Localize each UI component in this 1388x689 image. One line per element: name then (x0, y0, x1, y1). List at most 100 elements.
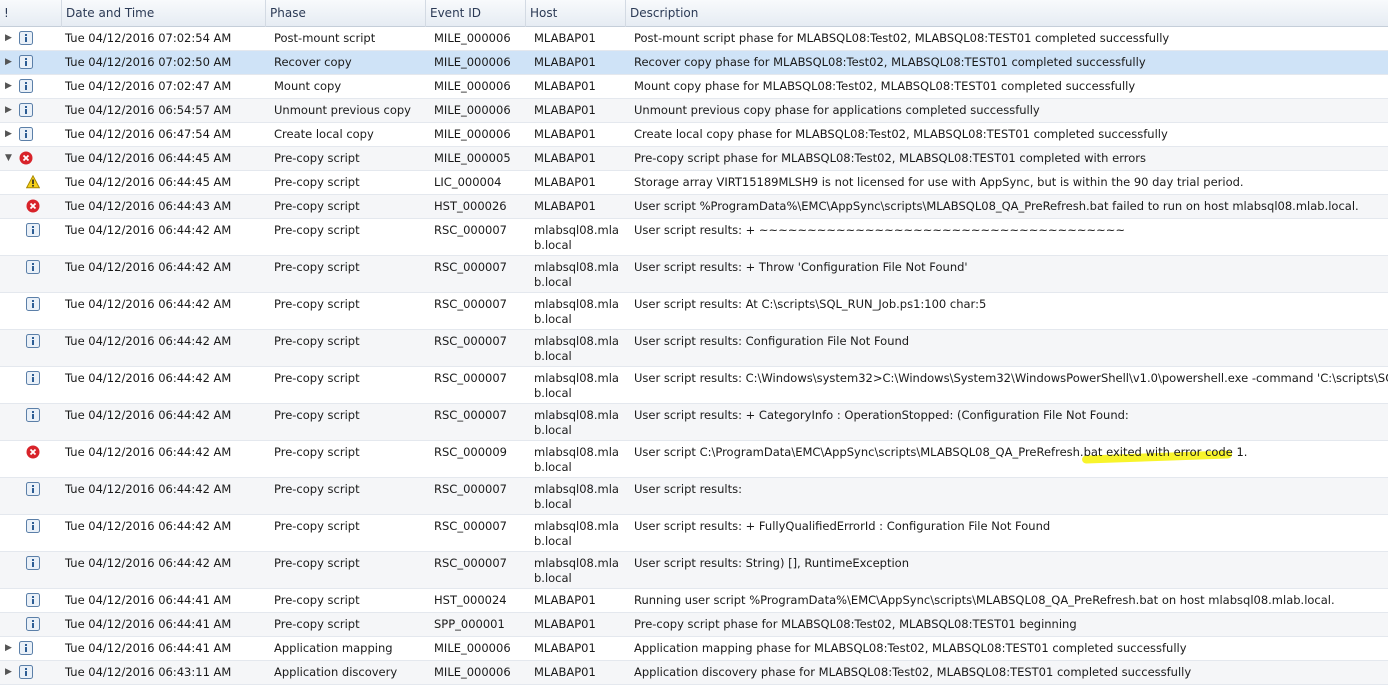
row-host: MLABAP01 (534, 55, 596, 69)
row-event-id: RSC_000007 (434, 482, 507, 496)
expand-arrow-icon[interactable]: ▶ (5, 642, 13, 654)
expand-arrow-icon[interactable]: ▶ (5, 104, 13, 116)
grid-header: ! Date and Time 1 ▾ Phase Event ID Host … (0, 0, 1388, 27)
row-event-id: MILE_000006 (434, 79, 511, 93)
row-description: User script results: + FullyQualifiedErr… (634, 519, 1051, 533)
row-event-id: RSC_000007 (434, 371, 507, 385)
table-row[interactable]: Tue 04/12/2016 06:44:42 AM Pre-copy scrip… (0, 219, 1388, 256)
row-phase: Application mapping (274, 641, 393, 655)
table-row[interactable]: Tue 04/12/2016 06:44:43 AM Pre-copy scrip… (0, 195, 1388, 219)
row-phase: Pre-copy script (274, 519, 360, 533)
row-datetime: Tue 04/12/2016 07:02:54 AM (65, 31, 232, 45)
grid-body: ▶ Tue 04/12/2016 07:02:54 AM Post-mount sc… (0, 27, 1388, 685)
expand-arrow-icon[interactable]: ▶ (5, 128, 13, 140)
row-description: Pre-copy script phase for MLABSQL08:Test… (634, 151, 1146, 165)
table-row[interactable]: ▼ Tue 04/12/2016 06:44:45 AM Pre-copy scri… (0, 147, 1388, 171)
expand-arrow-icon[interactable]: ▶ (5, 56, 13, 68)
row-datetime: Tue 04/12/2016 06:44:45 AM (65, 151, 232, 165)
table-row[interactable]: ▶ Tue 04/12/2016 07:02:50 AM Recover copy M… (0, 51, 1388, 75)
info-icon (26, 593, 40, 607)
column-header-event-id[interactable]: Event ID (426, 0, 526, 27)
row-datetime: Tue 04/12/2016 06:44:42 AM (65, 408, 232, 422)
error-icon (19, 151, 33, 165)
row-event-id: RSC_000007 (434, 334, 507, 348)
row-phase: Pre-copy script (274, 334, 360, 348)
info-icon (26, 223, 40, 237)
table-row[interactable]: Tue 04/12/2016 06:44:42 AM Pre-copy scrip… (0, 367, 1388, 404)
row-phase: Unmount previous copy (274, 103, 411, 117)
table-row[interactable]: Tue 04/12/2016 06:44:45 AM Pre-copy scrip… (0, 171, 1388, 195)
row-datetime: Tue 04/12/2016 07:02:47 AM (65, 79, 232, 93)
row-host: mlabsql08.mlab.local (534, 519, 619, 548)
table-row[interactable]: Tue 04/12/2016 06:44:42 AM Pre-copy scrip… (0, 515, 1388, 552)
row-datetime: Tue 04/12/2016 06:54:57 AM (65, 103, 232, 117)
row-datetime: Tue 04/12/2016 06:44:41 AM (65, 617, 232, 631)
table-row[interactable]: Tue 04/12/2016 06:44:42 AM Pre-copy scrip… (0, 256, 1388, 293)
row-event-id: RSC_000007 (434, 556, 507, 570)
table-row[interactable]: Tue 04/12/2016 06:44:42 AM Pre-copy scrip… (0, 478, 1388, 515)
collapse-arrow-icon[interactable]: ▼ (5, 152, 13, 164)
row-event-id: MILE_000006 (434, 103, 511, 117)
expand-arrow-icon[interactable]: ▶ (5, 666, 13, 678)
row-host: mlabsql08.mlab.local (534, 260, 619, 289)
info-icon (19, 665, 33, 679)
row-event-id: RSC_000007 (434, 223, 507, 237)
table-row[interactable]: ▶ Tue 04/12/2016 07:02:54 AM Post-mount sc… (0, 27, 1388, 51)
row-host: MLABAP01 (534, 641, 596, 655)
warning-icon (25, 174, 41, 189)
table-row[interactable]: ▶ Tue 04/12/2016 06:44:41 AM Application m… (0, 637, 1388, 661)
row-description: Running user script %ProgramData%\EMC\Ap… (634, 593, 1335, 607)
row-host: MLABAP01 (534, 79, 596, 93)
row-datetime: Tue 04/12/2016 06:44:42 AM (65, 297, 232, 311)
column-header-datetime[interactable]: Date and Time 1 ▾ (62, 0, 266, 27)
table-row[interactable]: Tue 04/12/2016 06:44:42 AM Pre-copy scrip… (0, 404, 1388, 441)
table-row[interactable]: ▶ Tue 04/12/2016 06:54:57 AM Unmount previ… (0, 99, 1388, 123)
row-phase: Pre-copy script (274, 260, 360, 274)
row-description: Application mapping phase for MLABSQL08:… (634, 641, 1187, 655)
table-row[interactable]: Tue 04/12/2016 06:44:42 AM Pre-copy scrip… (0, 293, 1388, 330)
column-header-datetime-label: Date and Time (66, 6, 155, 20)
column-header-phase[interactable]: Phase (266, 0, 426, 27)
row-datetime: Tue 04/12/2016 06:44:45 AM (65, 175, 232, 189)
column-header-host[interactable]: Host (526, 0, 626, 27)
row-datetime: Tue 04/12/2016 06:44:41 AM (65, 593, 232, 607)
table-row[interactable]: Tue 04/12/2016 06:44:41 AM Pre-copy scrip… (0, 589, 1388, 613)
row-event-id: RSC_000007 (434, 260, 507, 274)
row-description: Application discovery phase for MLABSQL0… (634, 665, 1192, 679)
table-row[interactable]: Tue 04/12/2016 06:44:42 AM Pre-copy scrip… (0, 330, 1388, 367)
table-row[interactable]: Tue 04/12/2016 06:44:42 AM Pre-copy scrip… (0, 441, 1388, 478)
table-row[interactable]: ▶ Tue 04/12/2016 06:43:11 AM Application d… (0, 661, 1388, 685)
row-phase: Pre-copy script (274, 482, 360, 496)
row-description: User script results: + Throw 'Configurat… (634, 260, 968, 274)
row-phase: Pre-copy script (274, 175, 360, 189)
row-event-id: RSC_000009 (434, 445, 507, 459)
table-row[interactable]: Tue 04/12/2016 06:44:41 AM Pre-copy scrip… (0, 613, 1388, 637)
row-host: MLABAP01 (534, 593, 596, 607)
expand-arrow-icon[interactable]: ▶ (5, 32, 13, 44)
info-icon (26, 617, 40, 631)
row-event-id: MILE_000006 (434, 641, 511, 655)
table-row[interactable]: ▶ Tue 04/12/2016 07:02:47 AM Mount copy MIL… (0, 75, 1388, 99)
row-description: User script results: + ~~~~~~~~~~~~~~~~~… (634, 223, 1126, 237)
table-row[interactable]: Tue 04/12/2016 06:44:42 AM Pre-copy scrip… (0, 552, 1388, 589)
row-phase: Application discovery (274, 665, 398, 679)
info-icon (26, 482, 40, 496)
info-icon (26, 408, 40, 422)
row-description: Unmount previous copy phase for applicat… (634, 103, 1040, 117)
expand-arrow-icon[interactable]: ▶ (5, 80, 13, 92)
info-icon (26, 556, 40, 570)
row-phase: Pre-copy script (274, 199, 360, 213)
row-event-id: RSC_000007 (434, 519, 507, 533)
row-description: Storage array VIRT15189MLSH9 is not lice… (634, 175, 1244, 189)
row-event-id: HST_000024 (434, 593, 507, 607)
table-row[interactable]: ▶ Tue 04/12/2016 06:47:54 AM Create local … (0, 123, 1388, 147)
row-phase: Create local copy (274, 127, 374, 141)
row-phase: Pre-copy script (274, 408, 360, 422)
row-phase: Mount copy (274, 79, 342, 93)
row-phase: Post-mount script (274, 31, 376, 45)
row-phase: Pre-copy script (274, 556, 360, 570)
row-host: mlabsql08.mlab.local (534, 482, 619, 511)
column-header-description[interactable]: Description (626, 0, 1388, 27)
column-header-status[interactable]: ! (0, 0, 62, 27)
row-description: Mount copy phase for MLABSQL08:Test02, M… (634, 79, 1136, 93)
